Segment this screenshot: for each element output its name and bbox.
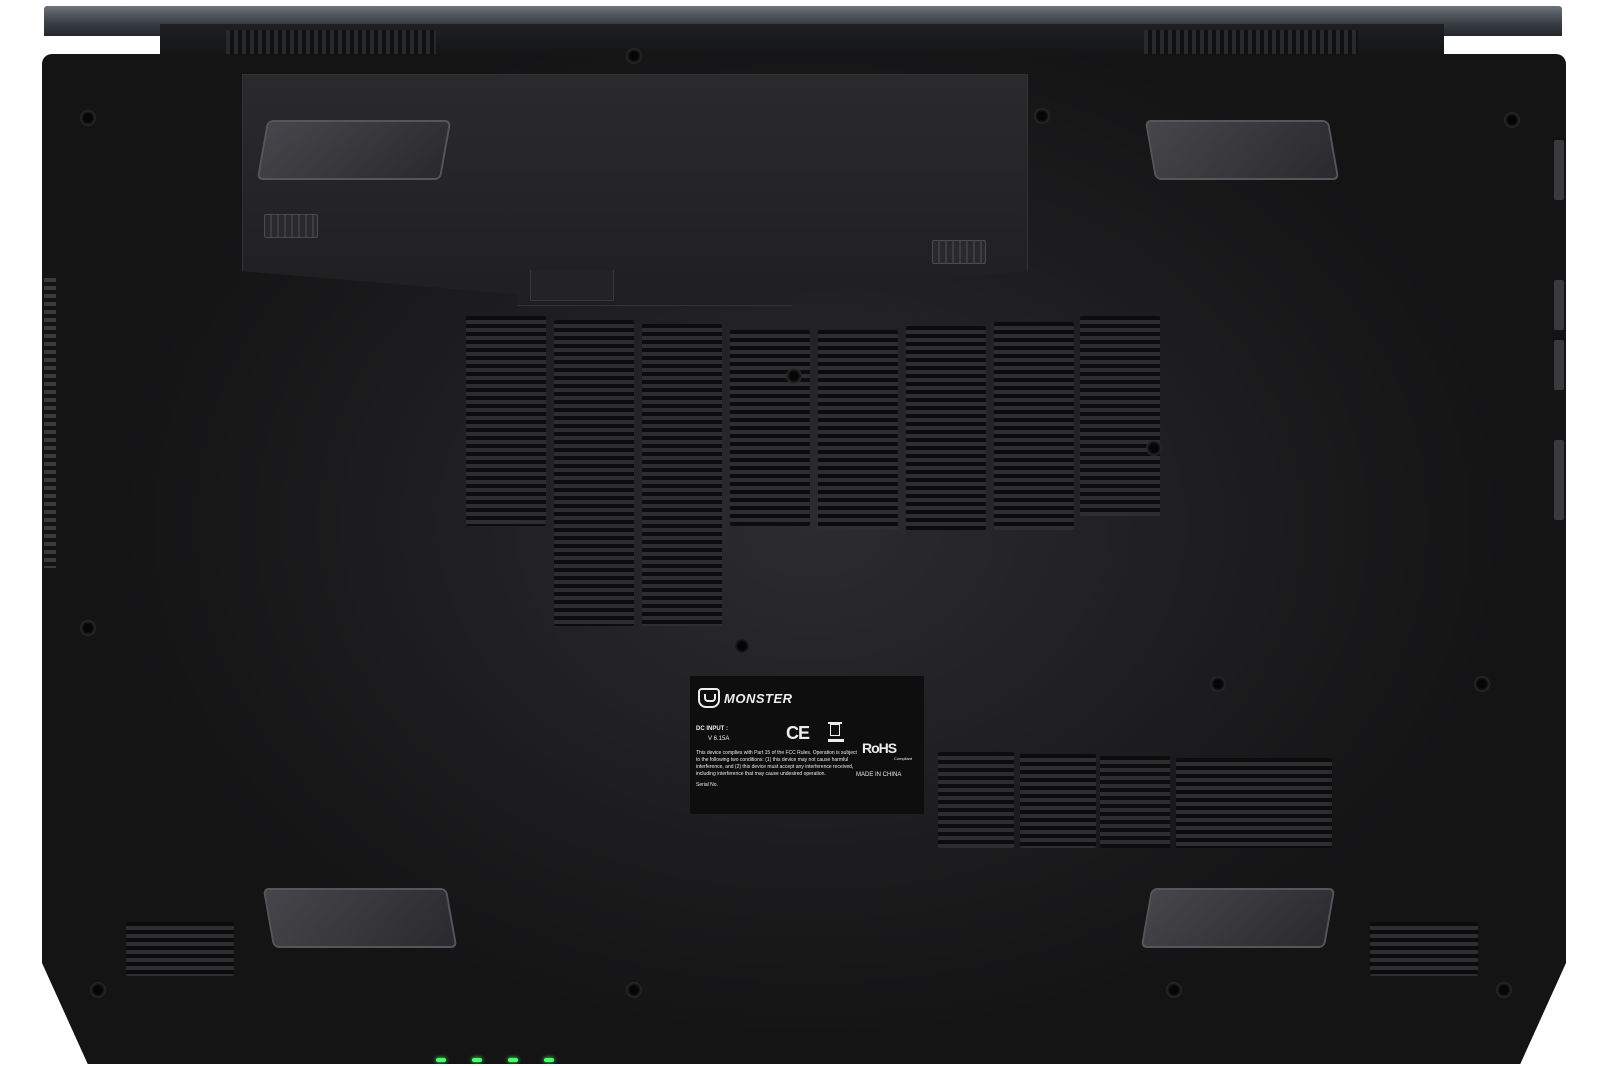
status-led-2 bbox=[472, 1058, 482, 1062]
screw-14 bbox=[1496, 982, 1512, 998]
fcc-statement: This device complies with Part 15 of the… bbox=[696, 750, 857, 777]
brand-name: MONSTER bbox=[724, 690, 793, 706]
monster-logo-icon bbox=[698, 688, 720, 708]
vent-grille-2 bbox=[554, 320, 634, 626]
dc-input-label: DC INPUT : bbox=[696, 726, 728, 732]
vent-grille-lower-1 bbox=[938, 752, 1014, 848]
screw-9 bbox=[1210, 676, 1226, 692]
side-port-2 bbox=[1554, 280, 1564, 330]
battery-cover bbox=[242, 74, 1028, 306]
screw-8 bbox=[734, 638, 750, 654]
screw-1 bbox=[80, 110, 96, 126]
screw-7 bbox=[80, 620, 96, 636]
screw-6 bbox=[1146, 440, 1162, 456]
vent-grille-7 bbox=[994, 322, 1074, 530]
status-led-3 bbox=[508, 1058, 518, 1062]
screw-5 bbox=[786, 368, 802, 384]
status-led-1 bbox=[436, 1058, 446, 1062]
laptop-bottom-scene: MONSTER DC INPUT : V 6.15A CE This devic… bbox=[0, 0, 1600, 1066]
speaker-grille-left bbox=[126, 922, 234, 976]
rubber-foot-bottom-right bbox=[1140, 888, 1336, 948]
screw-4 bbox=[1504, 112, 1520, 128]
side-port-3 bbox=[1554, 340, 1564, 390]
side-port-4 bbox=[1554, 440, 1564, 520]
weee-bin-icon bbox=[828, 720, 844, 742]
vent-grille-6 bbox=[906, 326, 986, 530]
battery-latch-right[interactable] bbox=[932, 240, 986, 264]
screw-13 bbox=[1166, 982, 1182, 998]
screw-12 bbox=[626, 982, 642, 998]
vent-grille-lower-4 bbox=[1176, 758, 1332, 848]
screw-3 bbox=[1034, 108, 1050, 124]
rubber-foot-top-right bbox=[1144, 120, 1340, 180]
ce-mark: CE bbox=[786, 723, 810, 743]
side-port-1 bbox=[1554, 140, 1564, 200]
product-label: MONSTER DC INPUT : V 6.15A CE This devic… bbox=[690, 676, 924, 814]
serial-number-label: Serial No. bbox=[696, 782, 718, 788]
screw-10 bbox=[1474, 676, 1490, 692]
screw-2 bbox=[626, 48, 642, 64]
screw-11 bbox=[90, 982, 106, 998]
rubber-foot-top-left bbox=[256, 120, 452, 180]
rohs-compliant: Compliant bbox=[894, 756, 913, 761]
speaker-grille-right bbox=[1370, 922, 1478, 976]
left-side-vent bbox=[44, 278, 56, 568]
status-led-4 bbox=[544, 1058, 554, 1062]
vent-grille-4 bbox=[730, 330, 810, 526]
vent-grille-5 bbox=[818, 330, 898, 530]
vent-grille-3 bbox=[642, 324, 722, 626]
vent-grille-lower-2 bbox=[1020, 754, 1096, 848]
vent-grille-lower-3 bbox=[1100, 756, 1170, 848]
rohs-mark: RoHS bbox=[862, 740, 897, 756]
vent-grille-8 bbox=[1080, 316, 1160, 516]
battery-latch-left[interactable] bbox=[264, 214, 318, 238]
rubber-foot-bottom-left bbox=[262, 888, 458, 948]
battery-release-notch bbox=[530, 270, 614, 301]
brand-logo: MONSTER bbox=[698, 684, 810, 712]
made-in: MADE IN CHINA bbox=[856, 772, 902, 778]
dc-input-value: V 6.15A bbox=[708, 736, 730, 742]
vent-grille-1 bbox=[466, 316, 546, 526]
